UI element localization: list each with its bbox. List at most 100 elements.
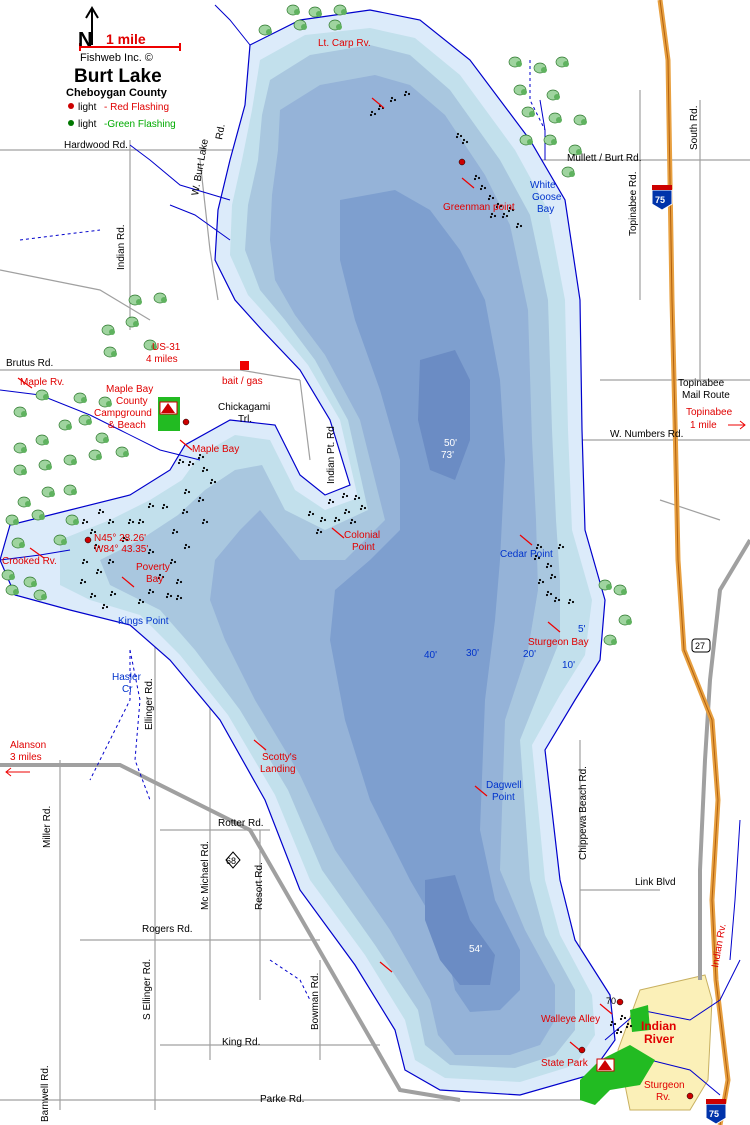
depth-10-label: 10' [562,660,575,671]
topinabee-mail-label: Topinabee [678,378,725,389]
depth-20-label: 20' [523,649,536,660]
fishing-spot-icon [619,1014,627,1021]
county-campground-label: County [116,396,148,407]
dagwell-point-label-2: Point [492,792,515,803]
tree-icon [128,294,142,306]
colonial-point-label: Colonial [344,530,380,541]
depth-5-label: 5' [578,624,586,635]
crooked-rv-label: Crooked Rv. [2,556,57,567]
tree-icon [333,4,347,16]
scale-label: 1 mile [106,31,146,47]
tree-icon [103,346,117,358]
maple-rv-label: Maple Rv. [20,377,64,388]
white-goose-bay-label: Bay [537,204,554,215]
tree-icon [519,134,533,146]
rotter-rd-label: Rotter Rd. [218,818,264,829]
tree-icon [13,442,27,454]
tree-icon [603,634,617,646]
burt-lake-map: N 1 mile Fishweb Inc. © Burt Lake Cheboy… [0,0,750,1125]
tree-icon [115,446,129,458]
scottys-landing-label: Scotty's [262,752,297,763]
navigation-light-icon [578,1046,586,1054]
m70-label: 70 [606,996,616,1006]
w-burt-lake-label: W. Burt Lake [190,138,211,197]
alanson-distance: 3 miles [10,752,42,763]
kings-point-label: Kings Point [118,616,169,627]
publisher-label: Fishweb Inc. © [80,52,153,64]
sturgeon-bay-label: Sturgeon Bay [528,637,589,648]
tree-icon [58,419,72,431]
mc-michael-rd-label: Mc Michael Rd. [200,841,211,910]
tree-icon [573,114,587,126]
cedar-point-label: Cedar Point [500,549,553,560]
red-light-legend-dot [68,103,74,109]
w-numbers-rd-label: W. Numbers Rd. [610,429,683,440]
chickagami-label: Chickagami [218,402,270,413]
tree-icon [5,514,19,526]
white-goose-label: White [530,180,556,191]
tree-icon [78,414,92,426]
rogers-rd-label: Rogers Rd. [142,924,193,935]
miller-rd-label: Miller Rd. [42,806,53,848]
tree-icon [13,406,27,418]
i75-shield-bottom-icon: 75 [705,1099,727,1125]
county-label: Cheboygan County [66,87,168,99]
tree-icon [88,449,102,461]
tree-icon [98,396,112,408]
svg-text:27: 27 [695,641,705,651]
svg-text:75: 75 [655,195,665,205]
colonial-point-label-2: Point [352,542,375,553]
tree-icon [598,579,612,591]
navigation-light-icon [182,418,190,426]
i75-shield-top-icon: 75 [651,185,673,211]
poverty-bay-label: Poverty [136,562,170,573]
greenman-point-label: Greenman point [443,202,515,213]
tree-icon [73,392,87,404]
tree-icon [95,432,109,444]
topinabee-distance: 1 mile [690,420,717,431]
tree-icon [533,62,547,74]
red-light-prefix: light [78,102,97,113]
scottys-landing-label-2: Landing [260,764,296,775]
tree-icon [31,509,45,521]
hasler-cr-label-2: Cr [122,684,133,695]
us31-distance: 4 miles [146,354,178,365]
indian-river-town-label-2: River [644,1032,674,1046]
dagwell-point-label: Dagwell [486,780,522,791]
svg-text:68: 68 [226,856,236,866]
m68-shield-icon: 68 [225,851,241,869]
depth-50-label: 50' [444,438,457,449]
tree-icon [38,459,52,471]
m27-shield-icon: 27 [691,638,711,653]
lt-carp-rv-label: Lt. Carp Rv. [318,38,371,49]
w-burt-lake-rd-label: Rd. [214,123,228,140]
tree-icon [543,134,557,146]
tree-icon [63,484,77,496]
green-light-legend: -Green Flashing [104,119,176,130]
tree-icon [613,584,627,596]
tree-icon [41,486,55,498]
hardwood-rd-label: Hardwood Rd. [64,140,128,151]
red-light-legend: - Red Flashing [104,102,169,113]
maple-bay-label: Maple Bay [192,444,239,455]
north-label: N [78,29,92,51]
tree-icon [101,324,115,336]
chippewa-beach-rd-label: Chippewa Beach Rd. [578,766,589,860]
tree-icon [561,166,575,178]
south-rd-label: South Rd. [689,106,700,150]
navigation-light-icon [686,1092,694,1100]
alanson-arrow-icon [5,767,30,777]
navigation-light-icon [84,536,92,544]
coordinate-north-label: N45° 28.26' [94,533,146,544]
king-rd-label: King Rd. [222,1037,260,1048]
beach-label: & Beach [108,420,146,431]
bait-gas-label: bait / gas [222,376,263,387]
navigation-light-icon [616,998,624,1006]
us31-label: US-31 [152,342,181,353]
svg-text:75: 75 [709,1109,719,1119]
sturgeon-rv-label: Sturgeon [644,1080,685,1091]
tree-icon [17,496,31,508]
topinabee-rd-label: Topinabee Rd. [628,172,639,237]
poverty-bay-label-2: Bay [146,574,163,585]
sturgeon-rv-label-2: Rv. [656,1092,670,1103]
